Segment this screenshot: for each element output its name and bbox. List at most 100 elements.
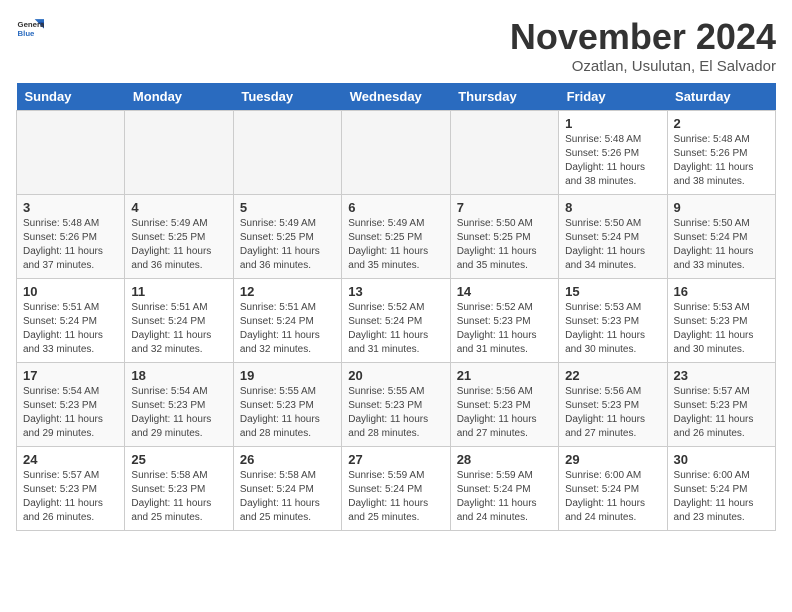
day-number: 3 [23, 200, 118, 215]
calendar-cell: 16 Sunrise: 5:53 AM Sunset: 5:23 PM Dayli… [667, 279, 775, 363]
day-number: 10 [23, 284, 118, 299]
calendar-cell: 13 Sunrise: 5:52 AM Sunset: 5:24 PM Dayli… [342, 279, 450, 363]
day-detail: Sunrise: 5:52 AM Sunset: 5:24 PM Dayligh… [348, 301, 443, 357]
day-number: 13 [348, 284, 443, 299]
day-detail: Sunrise: 5:51 AM Sunset: 5:24 PM Dayligh… [23, 301, 118, 357]
calendar-cell: 26 Sunrise: 5:58 AM Sunset: 5:24 PM Dayli… [233, 447, 341, 531]
day-detail: Sunrise: 5:50 AM Sunset: 5:25 PM Dayligh… [457, 217, 552, 273]
day-number: 5 [240, 200, 335, 215]
weekday-header-tuesday: Tuesday [233, 83, 341, 111]
day-number: 22 [565, 368, 660, 383]
weekday-header-sunday: Sunday [17, 83, 125, 111]
calendar-cell: 25Sunrise: 5:58 AM Sunset: 5:23 PM Dayli… [125, 447, 233, 531]
day-number: 6 [348, 200, 443, 215]
day-detail: Sunrise: 5:52 AM Sunset: 5:23 PM Dayligh… [457, 301, 552, 357]
day-detail: Sunrise: 5:51 AM Sunset: 5:24 PM Dayligh… [131, 301, 226, 357]
calendar-cell: 3 Sunrise: 5:48 AM Sunset: 5:26 PM Daylig… [17, 195, 125, 279]
day-number: 15 [565, 284, 660, 299]
calendar-cell: 1 Sunrise: 5:48 AM Sunset: 5:26 PM Daylig… [559, 111, 667, 195]
day-detail: Sunrise: 5:57 AM Sunset: 5:23 PM Dayligh… [674, 385, 769, 441]
calendar-cell: 9 Sunrise: 5:50 AM Sunset: 5:24 PM Daylig… [667, 195, 775, 279]
calendar-cell: 30 Sunrise: 6:00 AM Sunset: 5:24 PM Dayli… [667, 447, 775, 531]
day-detail: Sunrise: 5:53 AM Sunset: 5:23 PM Dayligh… [565, 301, 660, 357]
svg-text:General: General [18, 20, 44, 29]
logo-icon: General Blue [16, 16, 44, 44]
calendar-cell: 20Sunrise: 5:55 AM Sunset: 5:23 PM Dayli… [342, 363, 450, 447]
calendar-cell: 4Sunrise: 5:49 AM Sunset: 5:25 PM Daylig… [125, 195, 233, 279]
day-number: 11 [131, 284, 226, 299]
day-number: 27 [348, 452, 443, 467]
calendar-cell [125, 111, 233, 195]
day-detail: Sunrise: 5:48 AM Sunset: 5:26 PM Dayligh… [674, 133, 769, 189]
calendar-cell: 5 Sunrise: 5:49 AM Sunset: 5:25 PM Daylig… [233, 195, 341, 279]
calendar-cell: 21 Sunrise: 5:56 AM Sunset: 5:23 PM Dayli… [450, 363, 558, 447]
day-detail: Sunrise: 5:48 AM Sunset: 5:26 PM Dayligh… [565, 133, 660, 189]
day-number: 16 [674, 284, 769, 299]
day-detail: Sunrise: 5:50 AM Sunset: 5:24 PM Dayligh… [565, 217, 660, 273]
day-number: 26 [240, 452, 335, 467]
day-number: 9 [674, 200, 769, 215]
day-number: 12 [240, 284, 335, 299]
day-number: 30 [674, 452, 769, 467]
day-detail: Sunrise: 5:56 AM Sunset: 5:23 PM Dayligh… [457, 385, 552, 441]
day-number: 23 [674, 368, 769, 383]
calendar-cell: 19Sunrise: 5:55 AM Sunset: 5:23 PM Dayli… [233, 363, 341, 447]
day-detail: Sunrise: 5:54 AM Sunset: 5:23 PM Dayligh… [23, 385, 118, 441]
day-detail: Sunrise: 5:56 AM Sunset: 5:23 PM Dayligh… [565, 385, 660, 441]
calendar-cell: 10 Sunrise: 5:51 AM Sunset: 5:24 PM Dayli… [17, 279, 125, 363]
calendar-cell: 11 Sunrise: 5:51 AM Sunset: 5:24 PM Dayli… [125, 279, 233, 363]
day-detail: Sunrise: 5:57 AM Sunset: 5:23 PM Dayligh… [23, 469, 118, 525]
day-detail: Sunrise: 5:49 AM Sunset: 5:25 PM Dayligh… [240, 217, 335, 273]
calendar-cell: 18Sunrise: 5:54 AM Sunset: 5:23 PM Dayli… [125, 363, 233, 447]
calendar-cell: 24 Sunrise: 5:57 AM Sunset: 5:23 PM Dayli… [17, 447, 125, 531]
day-detail: Sunrise: 5:48 AM Sunset: 5:26 PM Dayligh… [23, 217, 118, 273]
calendar-cell [450, 111, 558, 195]
day-detail: Sunrise: 5:53 AM Sunset: 5:23 PM Dayligh… [674, 301, 769, 357]
header: General Blue November 2024 Ozatlan, Usul… [16, 16, 776, 75]
calendar-cell: 28 Sunrise: 5:59 AM Sunset: 5:24 PM Dayli… [450, 447, 558, 531]
calendar-cell [342, 111, 450, 195]
day-number: 21 [457, 368, 552, 383]
day-number: 1 [565, 116, 660, 131]
day-number: 28 [457, 452, 552, 467]
calendar-cell: 2Sunrise: 5:48 AM Sunset: 5:26 PM Daylig… [667, 111, 775, 195]
day-detail: Sunrise: 5:51 AM Sunset: 5:24 PM Dayligh… [240, 301, 335, 357]
logo: General Blue [16, 16, 44, 44]
calendar-cell: 23 Sunrise: 5:57 AM Sunset: 5:23 PM Dayli… [667, 363, 775, 447]
day-detail: Sunrise: 5:59 AM Sunset: 5:24 PM Dayligh… [457, 469, 552, 525]
calendar-cell: 27 Sunrise: 5:59 AM Sunset: 5:24 PM Dayli… [342, 447, 450, 531]
day-detail: Sunrise: 5:54 AM Sunset: 5:23 PM Dayligh… [131, 385, 226, 441]
day-detail: Sunrise: 5:55 AM Sunset: 5:23 PM Dayligh… [240, 385, 335, 441]
calendar-cell [17, 111, 125, 195]
location: Ozatlan, Usulutan, El Salvador [510, 58, 776, 75]
day-detail: Sunrise: 6:00 AM Sunset: 5:24 PM Dayligh… [674, 469, 769, 525]
day-number: 29 [565, 452, 660, 467]
calendar-table: SundayMondayTuesdayWednesdayThursdayFrid… [16, 83, 776, 531]
day-number: 20 [348, 368, 443, 383]
day-number: 7 [457, 200, 552, 215]
day-detail: Sunrise: 5:58 AM Sunset: 5:24 PM Dayligh… [240, 469, 335, 525]
calendar-cell: 8 Sunrise: 5:50 AM Sunset: 5:24 PM Daylig… [559, 195, 667, 279]
weekday-header-thursday: Thursday [450, 83, 558, 111]
title-area: November 2024 Ozatlan, Usulutan, El Salv… [510, 16, 776, 75]
day-number: 25 [131, 452, 226, 467]
month-title: November 2024 [510, 16, 776, 58]
day-detail: Sunrise: 5:49 AM Sunset: 5:25 PM Dayligh… [348, 217, 443, 273]
calendar-cell: 6 Sunrise: 5:49 AM Sunset: 5:25 PM Daylig… [342, 195, 450, 279]
day-number: 14 [457, 284, 552, 299]
day-number: 24 [23, 452, 118, 467]
day-detail: Sunrise: 5:59 AM Sunset: 5:24 PM Dayligh… [348, 469, 443, 525]
day-detail: Sunrise: 5:49 AM Sunset: 5:25 PM Dayligh… [131, 217, 226, 273]
svg-text:Blue: Blue [18, 29, 36, 38]
calendar-cell: 14 Sunrise: 5:52 AM Sunset: 5:23 PM Dayli… [450, 279, 558, 363]
weekday-header-monday: Monday [125, 83, 233, 111]
calendar-cell: 7 Sunrise: 5:50 AM Sunset: 5:25 PM Daylig… [450, 195, 558, 279]
weekday-header-friday: Friday [559, 83, 667, 111]
day-number: 8 [565, 200, 660, 215]
day-detail: Sunrise: 5:50 AM Sunset: 5:24 PM Dayligh… [674, 217, 769, 273]
calendar-cell: 17Sunrise: 5:54 AM Sunset: 5:23 PM Dayli… [17, 363, 125, 447]
calendar-cell: 29 Sunrise: 6:00 AM Sunset: 5:24 PM Dayli… [559, 447, 667, 531]
calendar-cell [233, 111, 341, 195]
day-detail: Sunrise: 6:00 AM Sunset: 5:24 PM Dayligh… [565, 469, 660, 525]
calendar-cell: 22 Sunrise: 5:56 AM Sunset: 5:23 PM Dayli… [559, 363, 667, 447]
